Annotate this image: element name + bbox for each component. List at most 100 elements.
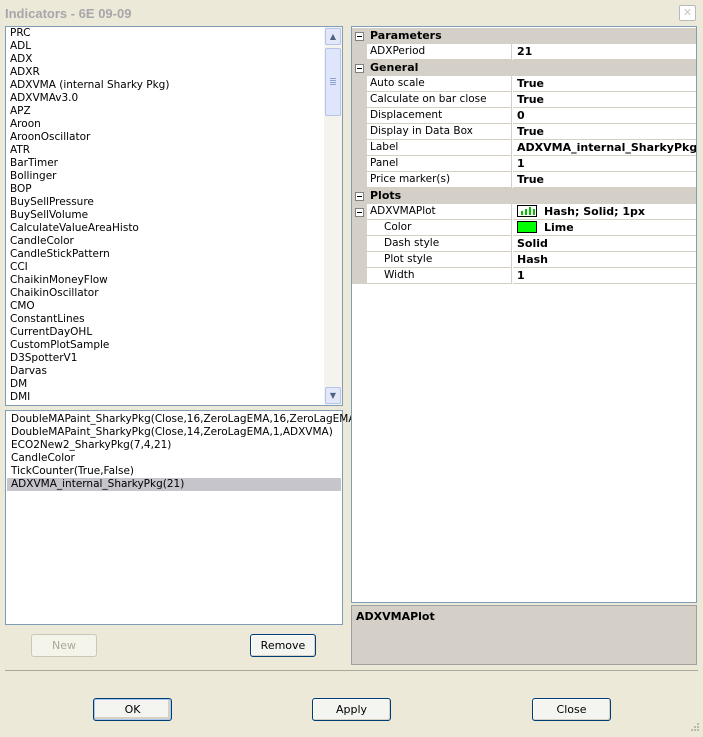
applied-indicator-item[interactable]: ADXVMA_internal_SharkyPkg(21) — [7, 478, 341, 491]
property-row-dash-style[interactable]: Dash style Solid — [352, 236, 696, 252]
indicator-list-item[interactable]: Bollinger — [6, 170, 324, 183]
category-parameters[interactable]: Parameters — [352, 28, 696, 44]
row-margin — [352, 268, 367, 284]
indicator-list-item[interactable]: CustomPlotSample — [6, 339, 324, 352]
property-row-auto-scale[interactable]: Auto scale True — [352, 76, 696, 92]
indicator-list-item[interactable]: ADX — [6, 53, 324, 66]
color-name: Lime — [544, 221, 574, 234]
category-plots[interactable]: Plots — [352, 188, 696, 204]
property-row-adxvmaplot[interactable]: ADXVMAPlot Hash; Solid; 1px — [352, 204, 696, 220]
indicator-list-item[interactable]: CCI — [6, 261, 324, 274]
indicator-list-item[interactable]: D3SpotterV1 — [6, 352, 324, 365]
indicator-list-item[interactable]: APZ — [6, 105, 324, 118]
property-name: Display in Data Box — [367, 124, 512, 140]
title-bar: Indicators - 6E 09-09 ✕ — [0, 0, 703, 26]
apply-button[interactable]: Apply — [312, 698, 391, 721]
property-name: Calculate on bar close — [367, 92, 512, 108]
property-value[interactable]: 1 — [513, 156, 696, 172]
row-margin — [352, 140, 367, 156]
property-row-display-in-data-box[interactable]: Display in Data Box True — [352, 124, 696, 140]
row-margin — [352, 236, 367, 252]
property-value[interactable]: True — [513, 172, 696, 188]
collapse-icon[interactable] — [355, 192, 364, 201]
applied-list-items: DoubleMAPaint_SharkyPkg(Close,16,ZeroLag… — [6, 411, 360, 491]
property-value[interactable]: 0 — [513, 108, 696, 124]
indicator-list-item[interactable]: BOP — [6, 183, 324, 196]
indicator-list-item[interactable]: PRC — [6, 27, 324, 40]
collapse-icon[interactable] — [355, 64, 364, 73]
property-value[interactable]: Solid — [513, 236, 696, 252]
property-value[interactable]: Lime — [513, 220, 696, 236]
indicator-list-item[interactable]: ADXVMA (internal Sharky Pkg) — [6, 79, 324, 92]
indicator-list-item[interactable]: ADXVMAv3.0 — [6, 92, 324, 105]
indicator-list-scrollbar[interactable]: ▲ ▼ — [324, 27, 342, 405]
property-value[interactable]: 21 — [513, 44, 696, 60]
property-grid[interactable]: Parameters ADXPeriod 21 General Auto sca… — [351, 26, 697, 603]
ok-button[interactable]: OK — [93, 698, 172, 721]
indicator-list-item[interactable]: CandleColor — [6, 235, 324, 248]
indicator-list-item[interactable]: CalculateValueAreaHisto — [6, 222, 324, 235]
remove-button[interactable]: Remove — [250, 634, 316, 657]
thumb-grip-line — [330, 84, 336, 85]
row-margin — [352, 204, 367, 220]
property-row-plot-style[interactable]: Plot style Hash — [352, 252, 696, 268]
applied-indicator-item[interactable]: ECO2New2_SharkyPkg(7,4,21) — [7, 439, 341, 452]
close-window-button[interactable]: ✕ — [679, 5, 696, 21]
resize-grip-icon[interactable] — [688, 722, 700, 734]
property-value[interactable]: True — [513, 76, 696, 92]
applied-indicator-item[interactable]: TickCounter(True,False) — [7, 465, 341, 478]
indicator-list-item[interactable]: ADXR — [6, 66, 324, 79]
row-margin — [352, 156, 367, 172]
indicator-list[interactable]: PRC ADL ADX ADXR ADXVMA (internal Sharky Pkg… — [5, 26, 343, 406]
applied-indicator-item[interactable]: DoubleMAPaint_SharkyPkg(Close,14,ZeroLag… — [7, 426, 341, 439]
close-button[interactable]: Close — [532, 698, 611, 721]
property-row-color[interactable]: Color Lime — [352, 220, 696, 236]
indicator-list-item[interactable]: ChaikinMoneyFlow — [6, 274, 324, 287]
property-value[interactable]: Hash; Solid; 1px — [513, 204, 696, 220]
property-name: ADXPeriod — [367, 44, 512, 60]
color-swatch — [517, 221, 537, 233]
indicator-list-item[interactable]: DMI — [6, 391, 324, 404]
indicator-list-item[interactable]: ConstantLines — [6, 313, 324, 326]
category-general[interactable]: General — [352, 60, 696, 76]
indicator-list-item[interactable]: Aroon — [6, 118, 324, 131]
indicator-list-item[interactable]: BuySellVolume — [6, 209, 324, 222]
new-button[interactable]: New — [31, 634, 97, 657]
scroll-down-button[interactable]: ▼ — [325, 387, 341, 404]
scroll-thumb[interactable] — [325, 48, 341, 116]
property-value[interactable]: ADXVMA_internal_SharkyPkg — [513, 140, 696, 156]
indicator-list-item[interactable]: DM — [6, 378, 324, 391]
thumb-grip-line — [330, 82, 336, 83]
property-row-label[interactable]: Label ADXVMA_internal_SharkyPkg — [352, 140, 696, 156]
indicator-list-item[interactable]: BuySellPressure — [6, 196, 324, 209]
property-row-width[interactable]: Width 1 — [352, 268, 696, 284]
indicator-list-item[interactable]: BarTimer — [6, 157, 324, 170]
indicator-list-item[interactable]: ChaikinOscillator — [6, 287, 324, 300]
indicator-list-item[interactable]: CurrentDayOHL — [6, 326, 324, 339]
indicator-list-item[interactable]: CandleStickPattern — [6, 248, 324, 261]
applied-indicator-list[interactable]: DoubleMAPaint_SharkyPkg(Close,16,ZeroLag… — [5, 410, 360, 625]
collapse-icon[interactable] — [355, 32, 364, 41]
property-value[interactable]: 1 — [513, 268, 696, 284]
category-label: General — [370, 61, 419, 74]
indicator-list-item[interactable]: ATR — [6, 144, 324, 157]
property-value[interactable]: True — [513, 92, 696, 108]
applied-indicator-item[interactable]: CandleColor — [7, 452, 341, 465]
indicator-list-item[interactable]: Darvas — [6, 365, 324, 378]
property-value[interactable]: Hash — [513, 252, 696, 268]
property-row-panel[interactable]: Panel 1 — [352, 156, 696, 172]
property-row-displacement[interactable]: Displacement 0 — [352, 108, 696, 124]
property-row-calculate-on-bar-close[interactable]: Calculate on bar close True — [352, 92, 696, 108]
property-value[interactable]: True — [513, 124, 696, 140]
applied-indicator-item[interactable]: DoubleMAPaint_SharkyPkg(Close,16,ZeroLag… — [7, 413, 360, 426]
description-panel: ADXVMAPlot — [351, 605, 697, 665]
scroll-up-button[interactable]: ▲ — [325, 28, 341, 45]
collapse-icon[interactable] — [355, 208, 364, 217]
indicator-list-item[interactable]: CMO — [6, 300, 324, 313]
row-margin — [352, 124, 367, 140]
property-row-adxperiod[interactable]: ADXPeriod 21 — [352, 44, 696, 60]
property-row-price-markers[interactable]: Price marker(s) True — [352, 172, 696, 188]
indicator-list-item[interactable]: AroonOscillator — [6, 131, 324, 144]
indicator-list-item[interactable]: ADL — [6, 40, 324, 53]
row-margin — [352, 44, 367, 60]
